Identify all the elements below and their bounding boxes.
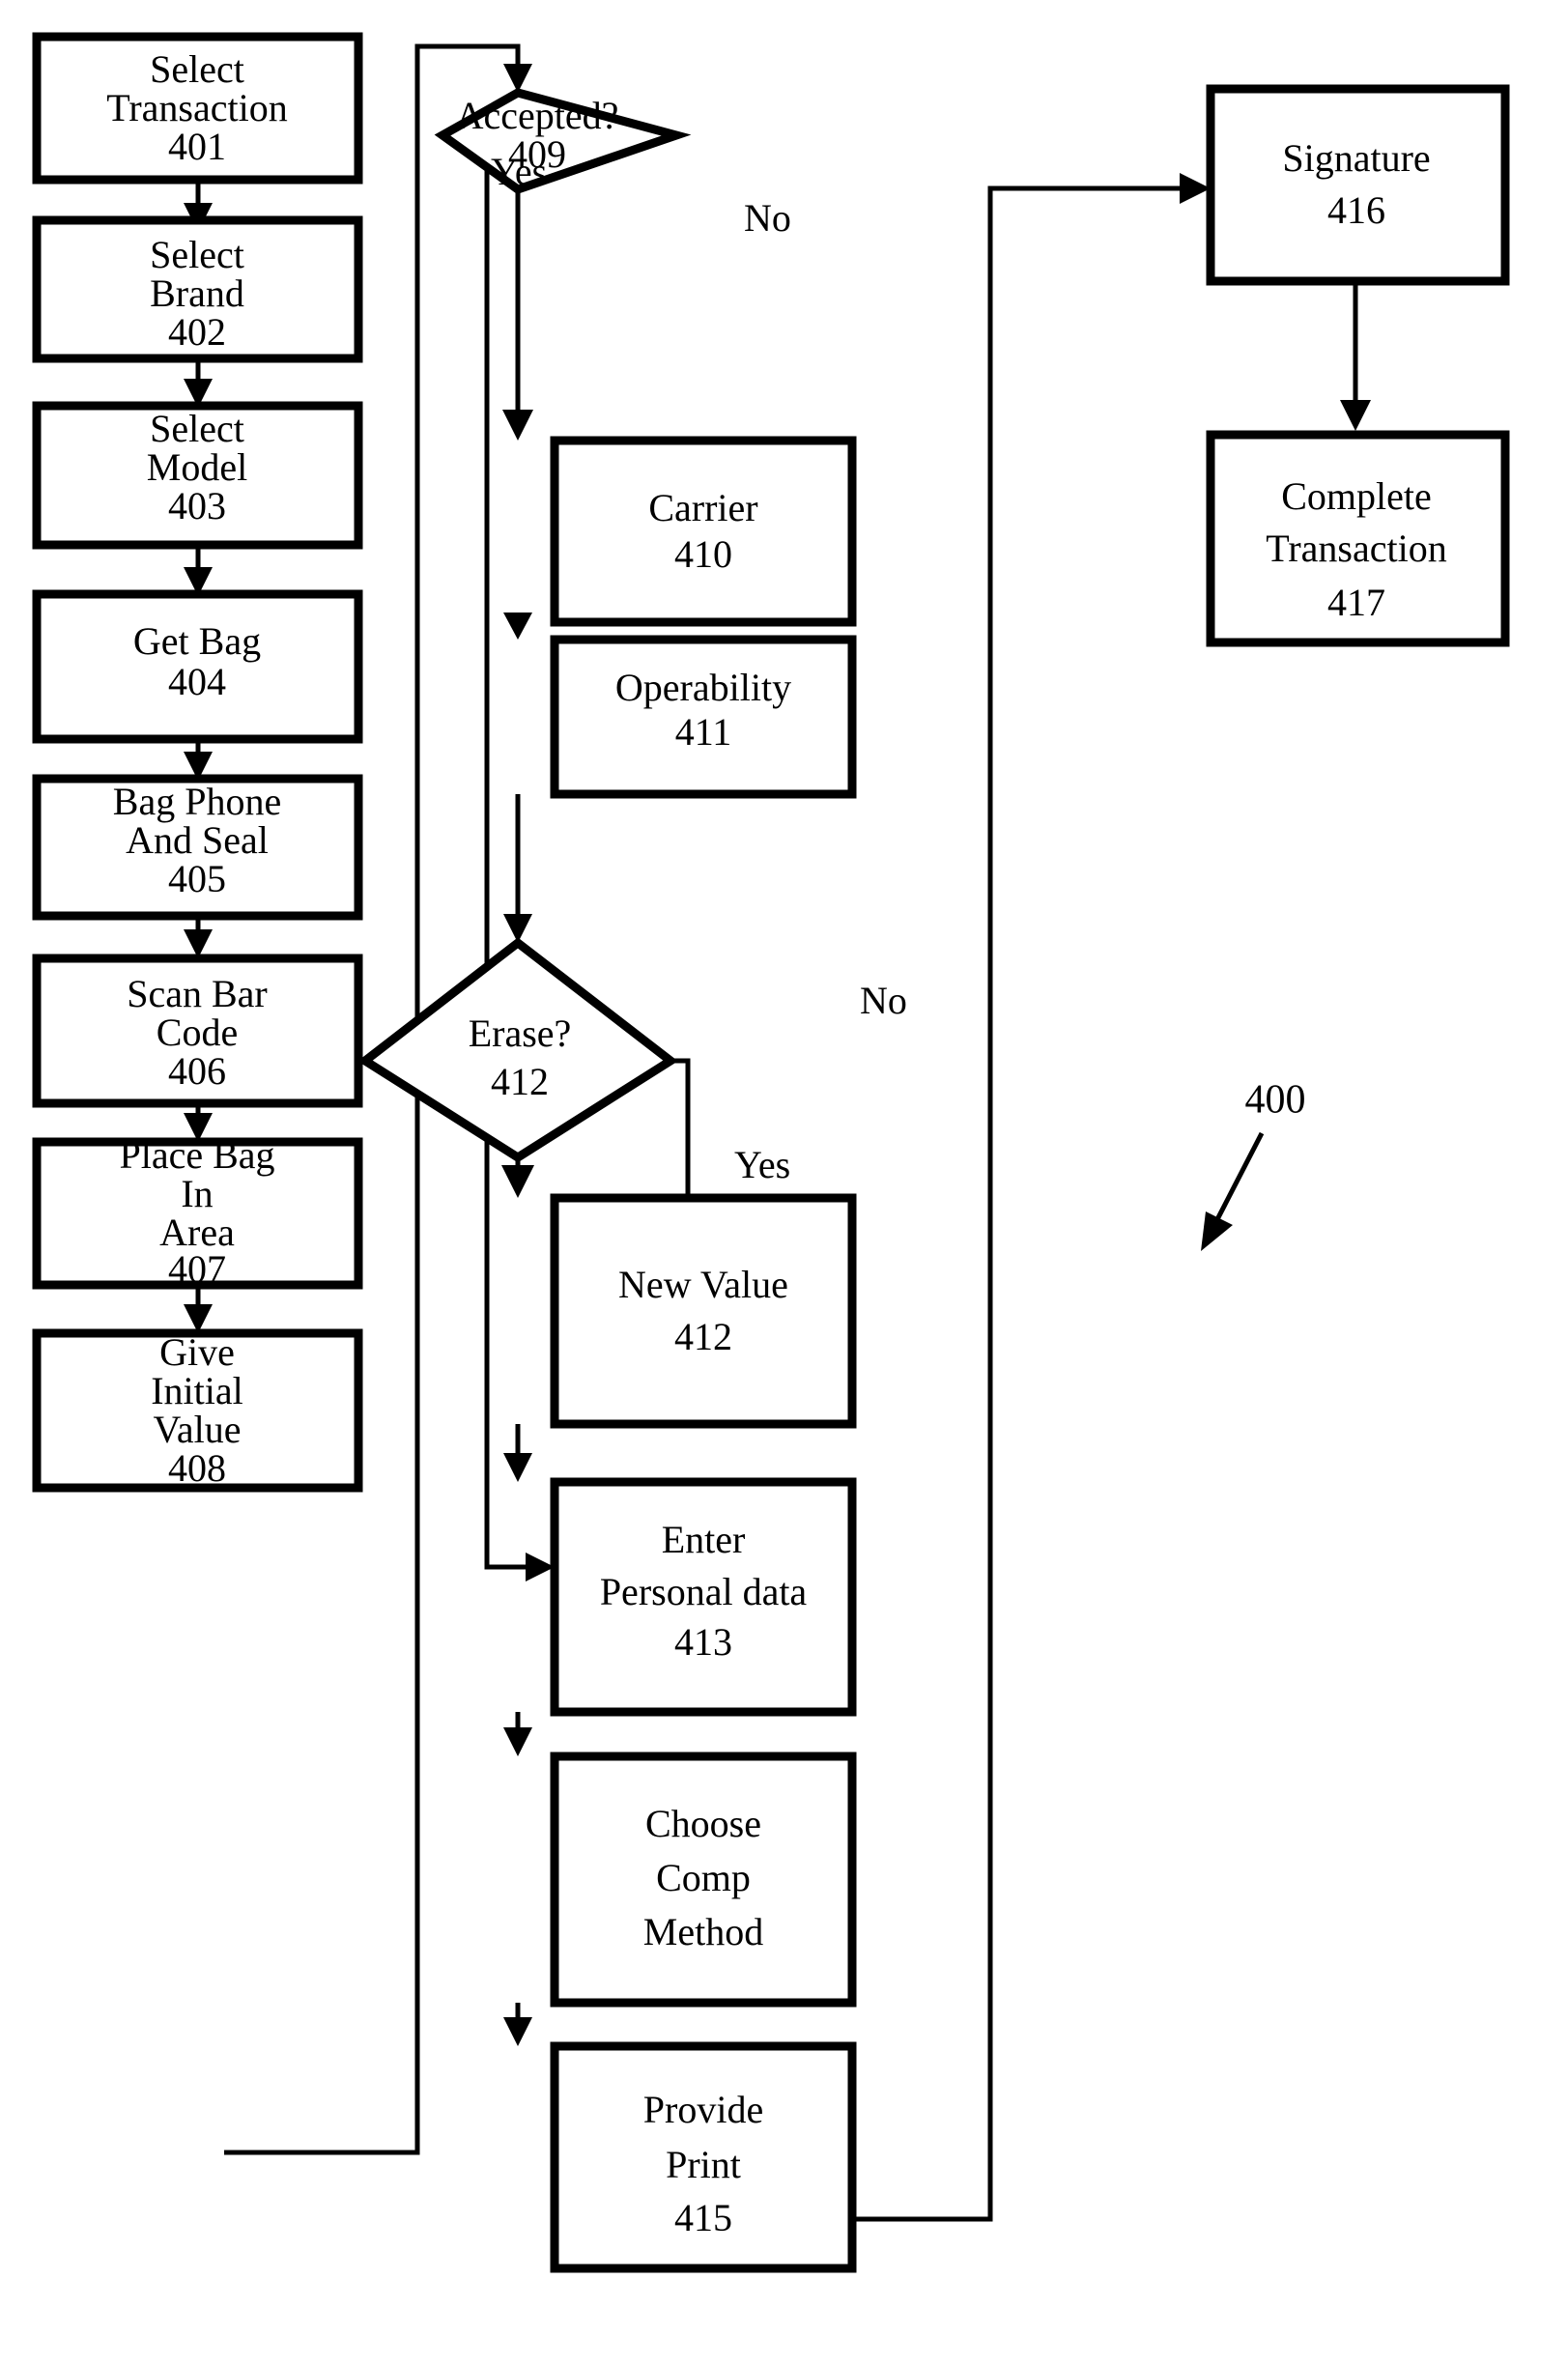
edge-label-erase-yes: Yes bbox=[734, 1143, 790, 1186]
node-text-line: Select bbox=[150, 407, 244, 450]
connector-402-403 bbox=[184, 358, 213, 408]
node-text-line: Signature bbox=[1282, 136, 1430, 180]
node-erase-decision[interactable]: Erase? 412 bbox=[357, 937, 678, 1163]
node-text-line: 402 bbox=[168, 310, 226, 354]
node-text-line: 408 bbox=[168, 1446, 226, 1490]
node-text-line: 406 bbox=[168, 1049, 226, 1093]
node-text-line: 413 bbox=[674, 1620, 732, 1664]
node-select-brand[interactable]: Select Brand 402 bbox=[32, 215, 363, 363]
node-text-line: Enter bbox=[662, 1518, 746, 1561]
node-text-line: Get Bag bbox=[133, 619, 261, 663]
connector-410-411 bbox=[503, 613, 532, 640]
node-scan-bar-code[interactable]: Scan Bar Code 406 bbox=[32, 954, 363, 1108]
node-text-line: Transaction bbox=[106, 86, 287, 129]
node-text-line: Operability bbox=[615, 666, 791, 709]
node-text-line: Select bbox=[150, 47, 244, 91]
node-text-line: 412 bbox=[674, 1315, 732, 1358]
connector-411-412d bbox=[503, 794, 532, 943]
node-text-line: 412 bbox=[491, 1060, 549, 1103]
node-text-line: 404 bbox=[168, 660, 226, 703]
node-text-line: Print bbox=[666, 2143, 741, 2186]
connector-403-404 bbox=[184, 545, 213, 596]
node-signature[interactable]: Signature 416 bbox=[1206, 84, 1510, 286]
connector-405-406 bbox=[184, 916, 213, 958]
node-text-line: Code bbox=[157, 1011, 238, 1054]
node-text-line: Carrier bbox=[648, 486, 757, 529]
node-text-line: In bbox=[181, 1172, 213, 1215]
node-text-line: 416 bbox=[1327, 188, 1385, 232]
node-text-line: Initial bbox=[151, 1369, 243, 1412]
node-operability[interactable]: Operability 411 bbox=[550, 635, 857, 799]
connector-409-yes-413 bbox=[442, 132, 555, 1581]
node-complete-transaction[interactable]: Complete Transaction 417 bbox=[1206, 430, 1510, 647]
node-text-line: Scan Bar bbox=[127, 972, 268, 1015]
figure-reference-pointer: 400 bbox=[1201, 1078, 1306, 1251]
node-select-transaction[interactable]: Select Transaction 401 bbox=[32, 32, 363, 185]
node-text-line: New Value bbox=[618, 1263, 788, 1306]
node-new-value[interactable]: New Value 412 bbox=[550, 1193, 857, 1429]
node-text-line: Provide bbox=[643, 2088, 763, 2131]
node-text-line: Comp bbox=[656, 1856, 751, 1899]
node-text-line: Brand bbox=[150, 271, 244, 315]
connector-416-417 bbox=[1340, 281, 1371, 431]
node-text-line: 411 bbox=[675, 710, 732, 754]
node-text-line: 405 bbox=[168, 857, 226, 900]
connector-409-no-410 bbox=[502, 189, 533, 441]
node-place-bag-in-area[interactable]: Place Bag In Area 407 bbox=[32, 1133, 363, 1291]
node-text-line: Bag Phone bbox=[113, 780, 281, 823]
node-text-line: Personal data bbox=[600, 1570, 808, 1613]
node-text-line: Choose bbox=[645, 1802, 761, 1845]
node-get-bag[interactable]: Get Bag 404 bbox=[32, 589, 363, 744]
flowchart-canvas: Select Transaction 401 Select Brand 402 … bbox=[0, 0, 1568, 2365]
node-text-line: 417 bbox=[1327, 581, 1385, 624]
node-text-line: Value bbox=[153, 1408, 241, 1451]
connector-413-414 bbox=[503, 1712, 532, 1756]
node-text-line: Erase? bbox=[469, 1012, 572, 1055]
node-text-line: Complete bbox=[1281, 474, 1432, 518]
node-select-model[interactable]: Select Model 403 bbox=[32, 401, 363, 550]
node-text-line: Transaction bbox=[1266, 527, 1446, 570]
node-text-line: Give bbox=[159, 1330, 235, 1374]
node-carrier[interactable]: Carrier 410 bbox=[550, 436, 857, 627]
node-text-line: Model bbox=[147, 445, 247, 489]
edge-label-accepted-no: No bbox=[744, 196, 791, 240]
node-choose-comp-method[interactable]: Choose Comp Method bbox=[550, 1752, 857, 2008]
edge-label-accepted-yes: Yes bbox=[491, 150, 547, 193]
node-text-line: Place Bag bbox=[119, 1133, 274, 1177]
node-text-line: 407 bbox=[168, 1247, 226, 1291]
node-accepted-decision[interactable]: Accepted? 409 bbox=[434, 88, 692, 195]
connector-412d-yes-412b bbox=[501, 1157, 534, 1198]
flowchart-svg: Select Transaction 401 Select Brand 402 … bbox=[32, 32, 1510, 2273]
node-text-line: Method bbox=[643, 1910, 763, 1953]
node-enter-personal-data[interactable]: Enter Personal data 413 bbox=[550, 1477, 857, 1717]
node-text-line: 415 bbox=[674, 2196, 732, 2239]
node-provide-print[interactable]: Provide Print 415 bbox=[550, 2041, 857, 2273]
node-text-line: 403 bbox=[168, 484, 226, 527]
edge-label-erase-no: No bbox=[860, 979, 907, 1022]
node-text-line: 410 bbox=[674, 532, 732, 576]
node-text-line: Accepted? bbox=[456, 94, 619, 137]
node-give-initial-value[interactable]: Give Initial Value 408 bbox=[32, 1328, 363, 1493]
node-text-line: 401 bbox=[168, 125, 226, 168]
node-text-line: And Seal bbox=[126, 818, 269, 862]
node-bag-phone-and-seal[interactable]: Bag Phone And Seal 405 bbox=[32, 774, 363, 921]
figure-reference-label: 400 bbox=[1245, 1078, 1306, 1123]
connector-407-408 bbox=[184, 1285, 213, 1333]
node-text-line: Select bbox=[150, 233, 244, 276]
connector-414-415 bbox=[503, 2003, 532, 2046]
connector-412b-413 bbox=[503, 1424, 532, 1482]
